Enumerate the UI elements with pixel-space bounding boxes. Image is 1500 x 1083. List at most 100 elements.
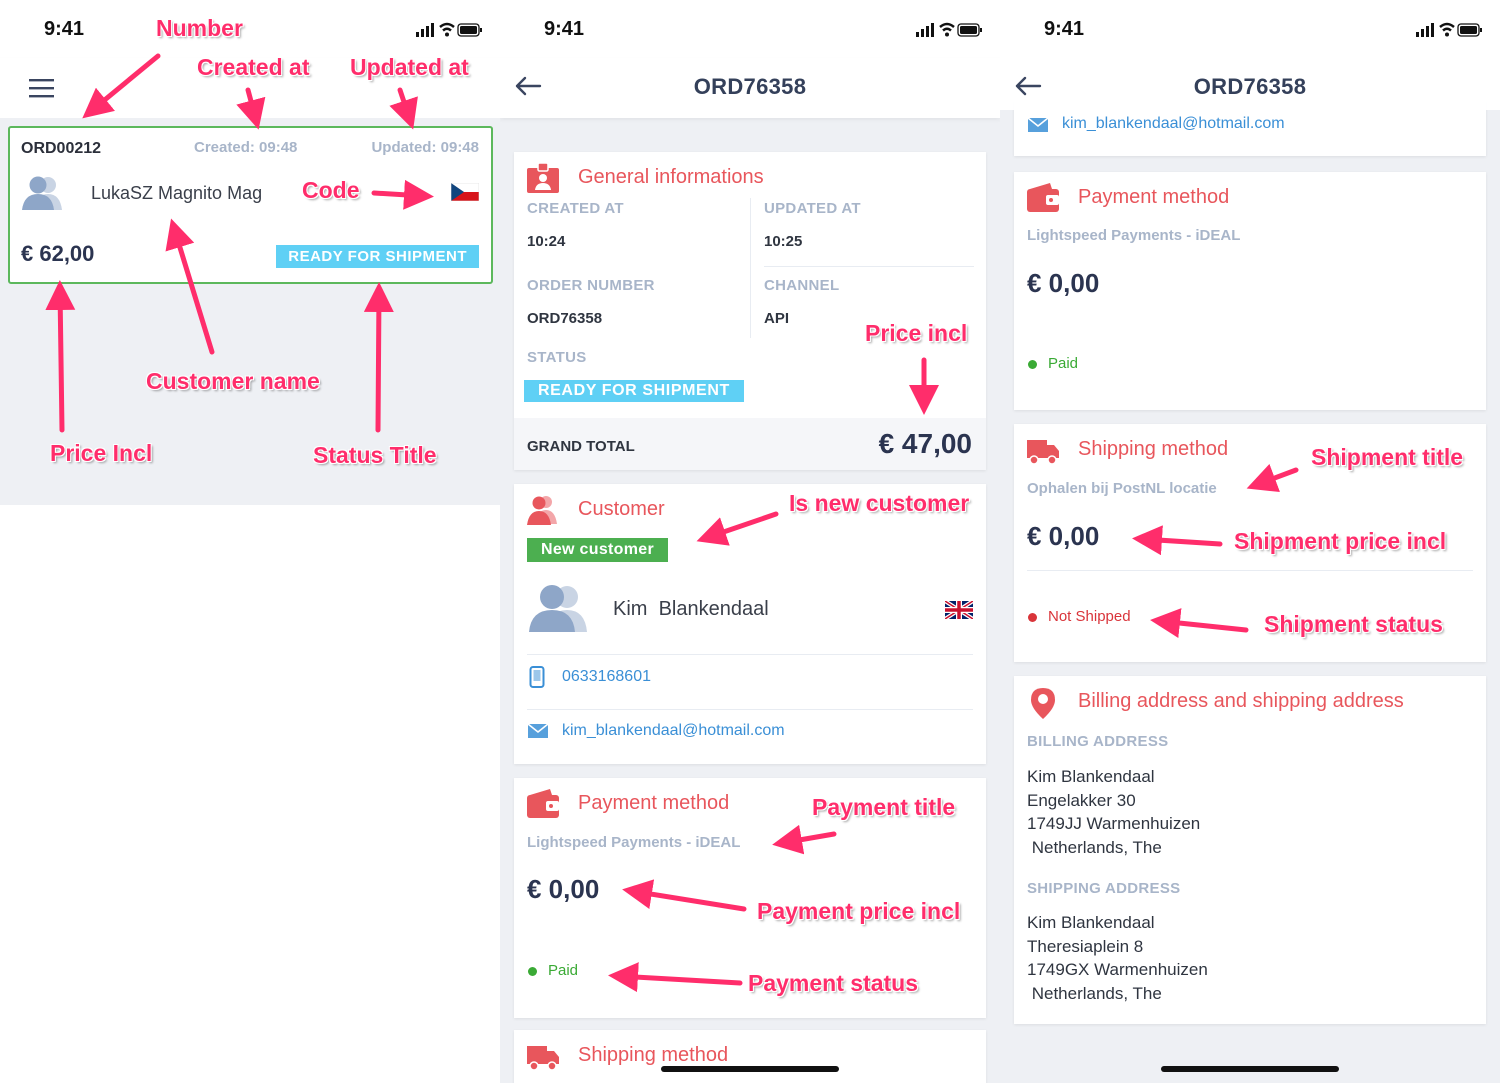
wallet-icon xyxy=(1027,183,1059,212)
payment-price: € 0,00 xyxy=(527,874,600,904)
home-indicator xyxy=(661,1066,839,1072)
anno-status-title: Status Title xyxy=(313,442,437,468)
grand-total-row: GRAND TOTAL € 47,00 xyxy=(514,418,986,470)
order-number: ORD00212 xyxy=(21,140,102,157)
signal-icon xyxy=(416,23,434,37)
signal-icon xyxy=(916,23,934,37)
grand-total-value: € 47,00 xyxy=(878,428,972,459)
status-time: 9:41 xyxy=(1044,18,1085,40)
anno-shipment-price: Shipment price incl xyxy=(1234,528,1447,554)
customer-email[interactable]: kim_blankendaal@hotmail.com xyxy=(1062,115,1285,133)
mail-icon xyxy=(527,723,549,738)
status-time: 9:41 xyxy=(544,18,585,40)
avatar-icon xyxy=(22,176,62,210)
order-card[interactable]: ORD00212 Created: 09:48 Updated: 09:48 L… xyxy=(8,126,493,284)
anno-new-customer: Is new customer xyxy=(789,490,970,516)
channel-value: API xyxy=(764,310,790,327)
home-indicator xyxy=(1161,1066,1339,1072)
anno-created-at: Created at xyxy=(197,54,310,80)
avatar-icon xyxy=(529,585,587,632)
anno-shipment-status: Shipment status xyxy=(1264,611,1443,637)
order-list-screen: 9:41 ORD00212 Created: 09:48 Updated: 09… xyxy=(0,0,500,1083)
status-icons xyxy=(916,22,982,37)
battery-icon xyxy=(957,23,982,37)
page-title: ORD76358 xyxy=(693,74,807,99)
address-card: Billing address and shipping address BIL… xyxy=(1014,676,1486,1024)
channel-label: CHANNEL xyxy=(764,277,840,294)
shipping-title: Shipping method xyxy=(578,1044,729,1066)
shipping-address-label: SHIPPING ADDRESS xyxy=(1027,880,1181,897)
shipping-price: € 0,00 xyxy=(1027,521,1100,551)
billing-address-label: BILLING ADDRESS xyxy=(1027,733,1169,750)
paid-dot-icon xyxy=(1028,360,1037,369)
divider xyxy=(764,266,974,267)
status-bar: 9:41 xyxy=(500,0,1000,58)
status-icons xyxy=(416,22,482,37)
customer-phone[interactable]: 0633168601 xyxy=(562,668,651,686)
shipping-card: Shipping method xyxy=(514,1030,986,1083)
page-title: ORD76358 xyxy=(1193,74,1307,99)
not-shipped-dot-icon xyxy=(1028,613,1037,622)
shipping-status: Not Shipped xyxy=(1048,608,1131,625)
flag-cz-icon xyxy=(451,183,479,201)
customer-card: Customer New customer Kim Blankendaal 06… xyxy=(514,484,986,764)
anno-payment-price: Payment price incl xyxy=(757,898,961,924)
top-nav: ORD76358 xyxy=(1000,58,1500,110)
anno-number: Number xyxy=(156,15,243,41)
shipping-provider: Ophalen bij PostNL locatie xyxy=(1027,480,1217,497)
wifi-icon xyxy=(439,22,455,37)
anno-price-incl-2: Price incl xyxy=(865,320,968,346)
payment-price: € 0,00 xyxy=(1027,268,1100,298)
status-time: 9:41 xyxy=(44,18,85,40)
anno-customer-name: Customer name xyxy=(146,368,320,394)
general-info-card: General informations CREATED AT 10:24 UP… xyxy=(514,152,986,470)
battery-icon xyxy=(457,23,482,37)
new-customer-badge: New customer xyxy=(527,538,668,562)
payment-card: Payment method Lightspeed Payments - iDE… xyxy=(1014,172,1486,410)
created-at-value: 10:24 xyxy=(527,233,566,250)
payment-status: Paid xyxy=(1048,355,1079,372)
location-pin-icon xyxy=(1031,688,1055,719)
status-badge: READY FOR SHIPMENT xyxy=(276,245,479,268)
status-icons xyxy=(1416,22,1482,37)
shipping-title: Shipping method xyxy=(1078,438,1229,460)
payment-provider: Lightspeed Payments - iDEAL xyxy=(1027,227,1241,244)
divider xyxy=(527,709,973,710)
customer-email[interactable]: kim_blankendaal@hotmail.com xyxy=(562,722,785,740)
grand-total-label: GRAND TOTAL xyxy=(527,438,635,455)
divider xyxy=(1027,570,1473,571)
payment-provider: Lightspeed Payments - iDEAL xyxy=(527,834,741,851)
order-number-value: ORD76358 xyxy=(527,310,603,327)
top-nav: ORD76358 xyxy=(500,58,1000,118)
created-at-label: CREATED AT xyxy=(527,200,624,217)
status-badge: READY FOR SHIPMENT xyxy=(524,380,744,402)
customer-last-name: Blankendaal xyxy=(658,598,769,620)
address-title: Billing address and shipping address xyxy=(1078,690,1404,712)
billing-address: Kim Blankendaal Engelakker 30 1749JJ War… xyxy=(1027,767,1201,857)
anno-price-incl: Price Incl xyxy=(50,440,153,466)
anno-payment-title: Payment title xyxy=(812,794,956,820)
order-created: Created: 09:48 xyxy=(194,139,298,156)
anno-shipment-title: Shipment title xyxy=(1311,444,1464,470)
shipping-address: Kim Blankendaal Theresiaplein 8 1749GX W… xyxy=(1027,913,1208,1003)
paid-dot-icon xyxy=(528,967,537,976)
anno-payment-status: Payment status xyxy=(748,970,919,996)
customer-title: Customer xyxy=(578,498,665,520)
status-label: STATUS xyxy=(527,349,587,366)
anno-updated-at: Updated at xyxy=(350,54,469,80)
truck-icon xyxy=(1027,440,1059,465)
wifi-icon xyxy=(1439,22,1455,37)
wallet-icon xyxy=(527,789,559,818)
phone-icon xyxy=(529,666,545,688)
battery-icon xyxy=(1457,23,1482,37)
payment-title: Payment method xyxy=(578,792,730,814)
column-divider xyxy=(750,198,751,338)
customer-first-name: Kim xyxy=(613,598,648,620)
payment-status: Paid xyxy=(548,962,579,979)
customer-icon xyxy=(527,496,557,525)
customer-name: LukaSZ Magnito Mag xyxy=(91,183,263,203)
menu-icon[interactable] xyxy=(28,76,56,100)
payment-title: Payment method xyxy=(1078,186,1230,208)
order-updated: Updated: 09:48 xyxy=(371,139,479,156)
order-price: € 62,00 xyxy=(21,241,95,266)
